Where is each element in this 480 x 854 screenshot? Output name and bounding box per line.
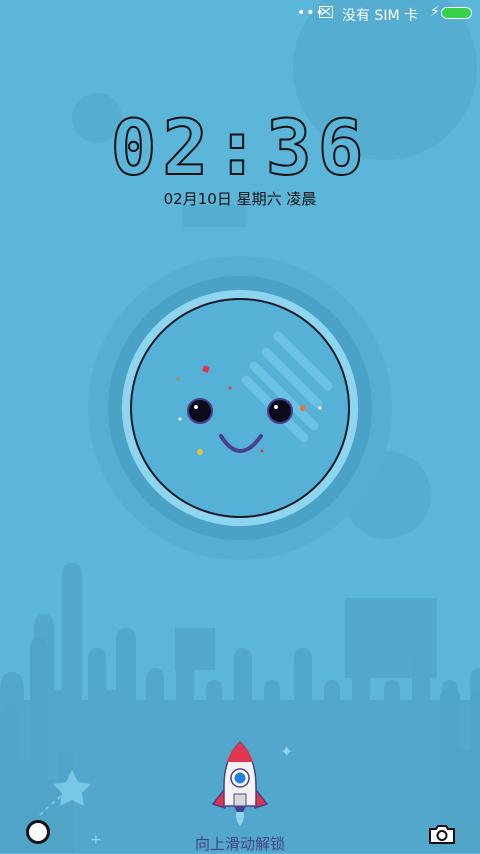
- lock-clock: 02:36: [110, 103, 370, 192]
- sparkle-icon: ✦: [280, 742, 294, 761]
- lock-date: 02月10日 星期六 凌晨: [163, 190, 317, 208]
- status-bar: ••• 没有 SIM 卡 ⚡: [0, 0, 480, 28]
- unlock-hint: 向上滑动解锁: [194, 835, 285, 853]
- mail-box-icon: [319, 6, 333, 18]
- smiley-planet: [88, 256, 392, 560]
- circle-shortcut-icon[interactable]: [26, 820, 50, 844]
- left-eye: [187, 398, 213, 424]
- battery-icon: [441, 7, 472, 19]
- camera-icon[interactable]: [428, 824, 456, 844]
- carrier-label: 没有 SIM 卡: [342, 8, 418, 24]
- lightning-icon: ⚡: [430, 4, 440, 20]
- rocket-unlock-handle[interactable]: [205, 738, 275, 838]
